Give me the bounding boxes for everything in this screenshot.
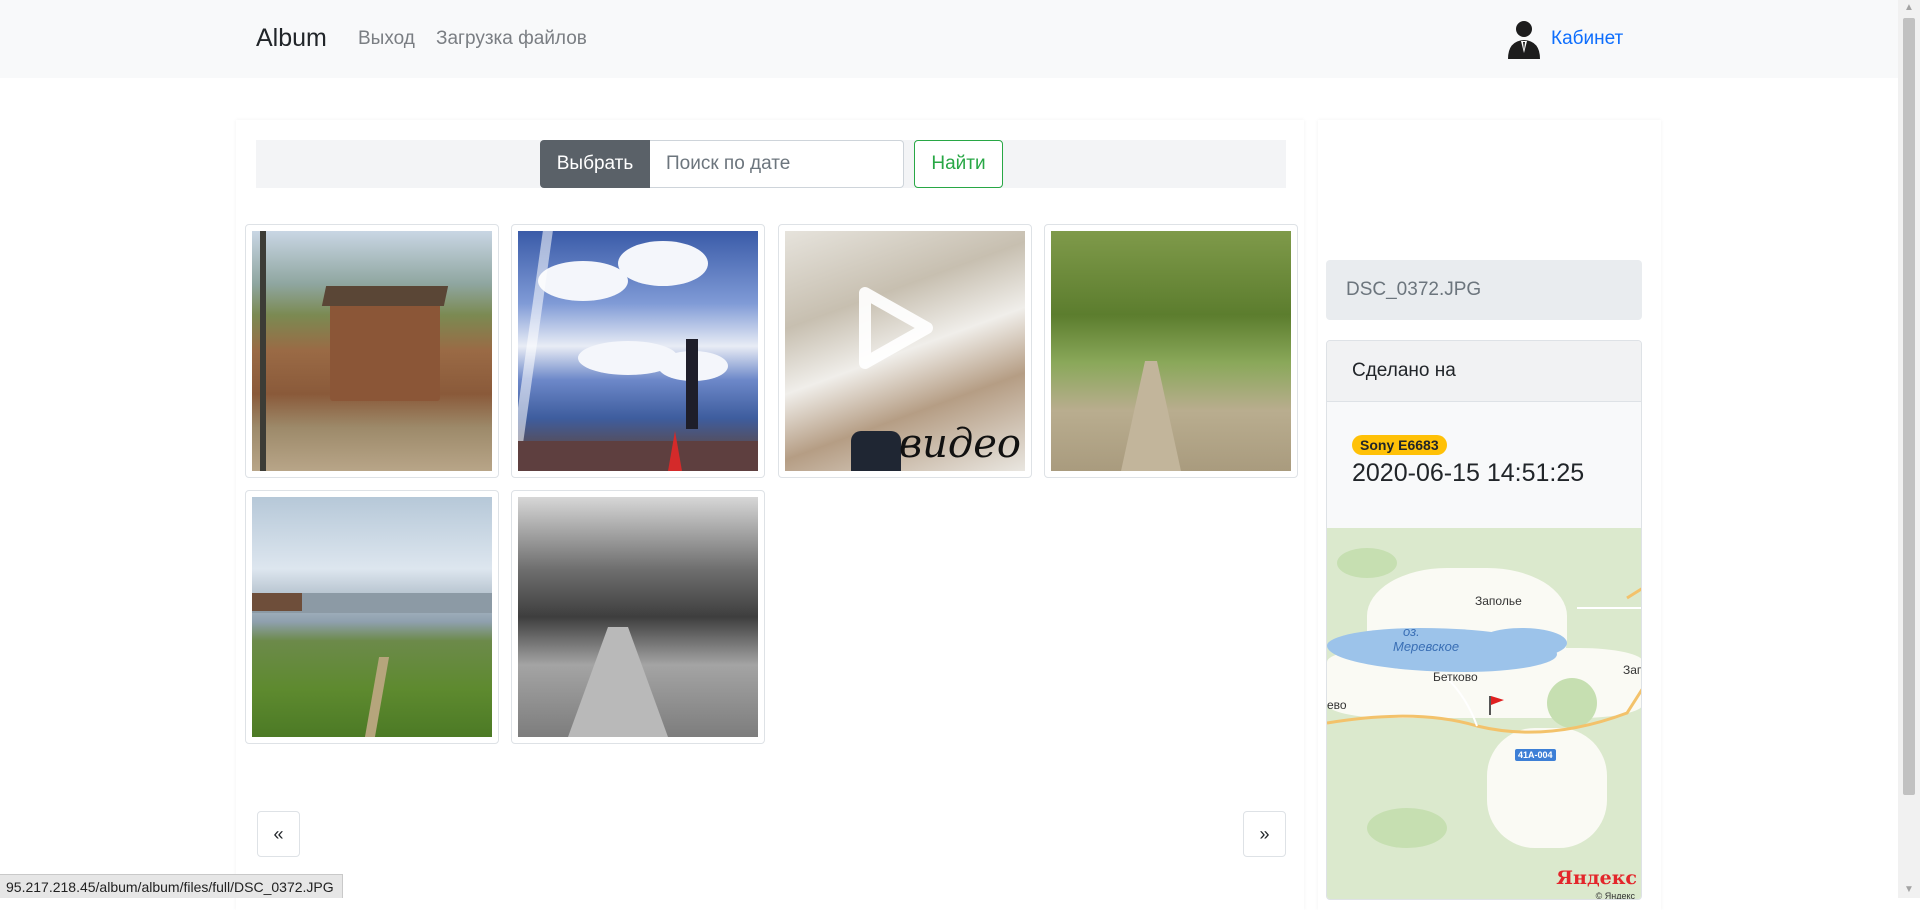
cabinet-menu[interactable]: Кабинет	[1505, 18, 1623, 60]
status-bar-url: 95.217.218.45/album/album/files/full/DSC…	[0, 874, 343, 898]
location-map[interactable]: Заполье оз. Меревское Бетково ево Зап 41…	[1327, 528, 1642, 900]
road-number-badge: 41А-004	[1515, 749, 1556, 761]
date-search-input[interactable]	[650, 140, 904, 188]
photo-thumbnail[interactable]	[511, 224, 765, 478]
nav-logout-link[interactable]: Выход	[358, 28, 415, 50]
map-label-left: ево	[1327, 698, 1347, 712]
user-avatar-icon	[1508, 21, 1540, 59]
scroll-up-arrow-icon[interactable]: ▲	[1903, 2, 1915, 14]
map-label-right: Зап	[1623, 663, 1642, 677]
pagination-prev-button[interactable]: «	[257, 811, 300, 857]
scrollbar[interactable]: ▲ ▼	[1898, 0, 1920, 898]
photo-image	[518, 231, 758, 471]
photo-thumbnail[interactable]	[245, 224, 499, 478]
scrollbar-thumb[interactable]	[1903, 18, 1915, 795]
video-thumbnail[interactable]: видео	[778, 224, 1032, 478]
cabinet-link[interactable]: Кабинет	[1551, 28, 1623, 50]
scroll-down-arrow-icon[interactable]: ▼	[1903, 884, 1915, 896]
photo-image	[518, 497, 758, 737]
pagination-next-button[interactable]: »	[1243, 811, 1286, 857]
photo-image	[252, 497, 492, 737]
photo-thumbnail[interactable]	[1044, 224, 1298, 478]
map-copyright: © Яндекс	[1595, 891, 1635, 900]
info-header: Сделано на	[1327, 341, 1641, 402]
brand-link[interactable]: Album	[256, 24, 327, 53]
yandex-logo[interactable]: Яндекс	[1556, 867, 1637, 889]
video-image: видео	[785, 231, 1025, 471]
photo-thumbnail[interactable]	[245, 490, 499, 744]
navbar: Album Выход Загрузка файлов Кабинет	[0, 0, 1898, 78]
map-label-lake-prefix: оз.	[1403, 624, 1420, 639]
device-badge: Sony E6683	[1352, 435, 1447, 455]
video-label: видео	[898, 421, 1021, 467]
map-label-lake: Меревское	[1393, 639, 1460, 654]
photo-thumbnail[interactable]	[511, 490, 765, 744]
map-roads	[1327, 587, 1641, 734]
map-label-zapolye: Заполье	[1475, 594, 1522, 608]
find-button[interactable]: Найти	[914, 140, 1003, 188]
photo-image	[252, 231, 492, 471]
photo-datetime: 2020-06-15 14:51:25	[1352, 459, 1585, 487]
photo-info-card: Сделано на Sony E6683 2020-06-15 14:51:2…	[1326, 340, 1642, 900]
photo-image	[1051, 231, 1291, 471]
nav-upload-link[interactable]: Загрузка файлов	[436, 28, 587, 50]
map-label-betkovo: Бетково	[1433, 670, 1478, 684]
select-button[interactable]: Выбрать	[540, 140, 650, 188]
filename-field: DSC_0372.JPG	[1326, 260, 1642, 320]
play-icon	[859, 287, 933, 369]
location-flag-icon	[1489, 696, 1504, 715]
